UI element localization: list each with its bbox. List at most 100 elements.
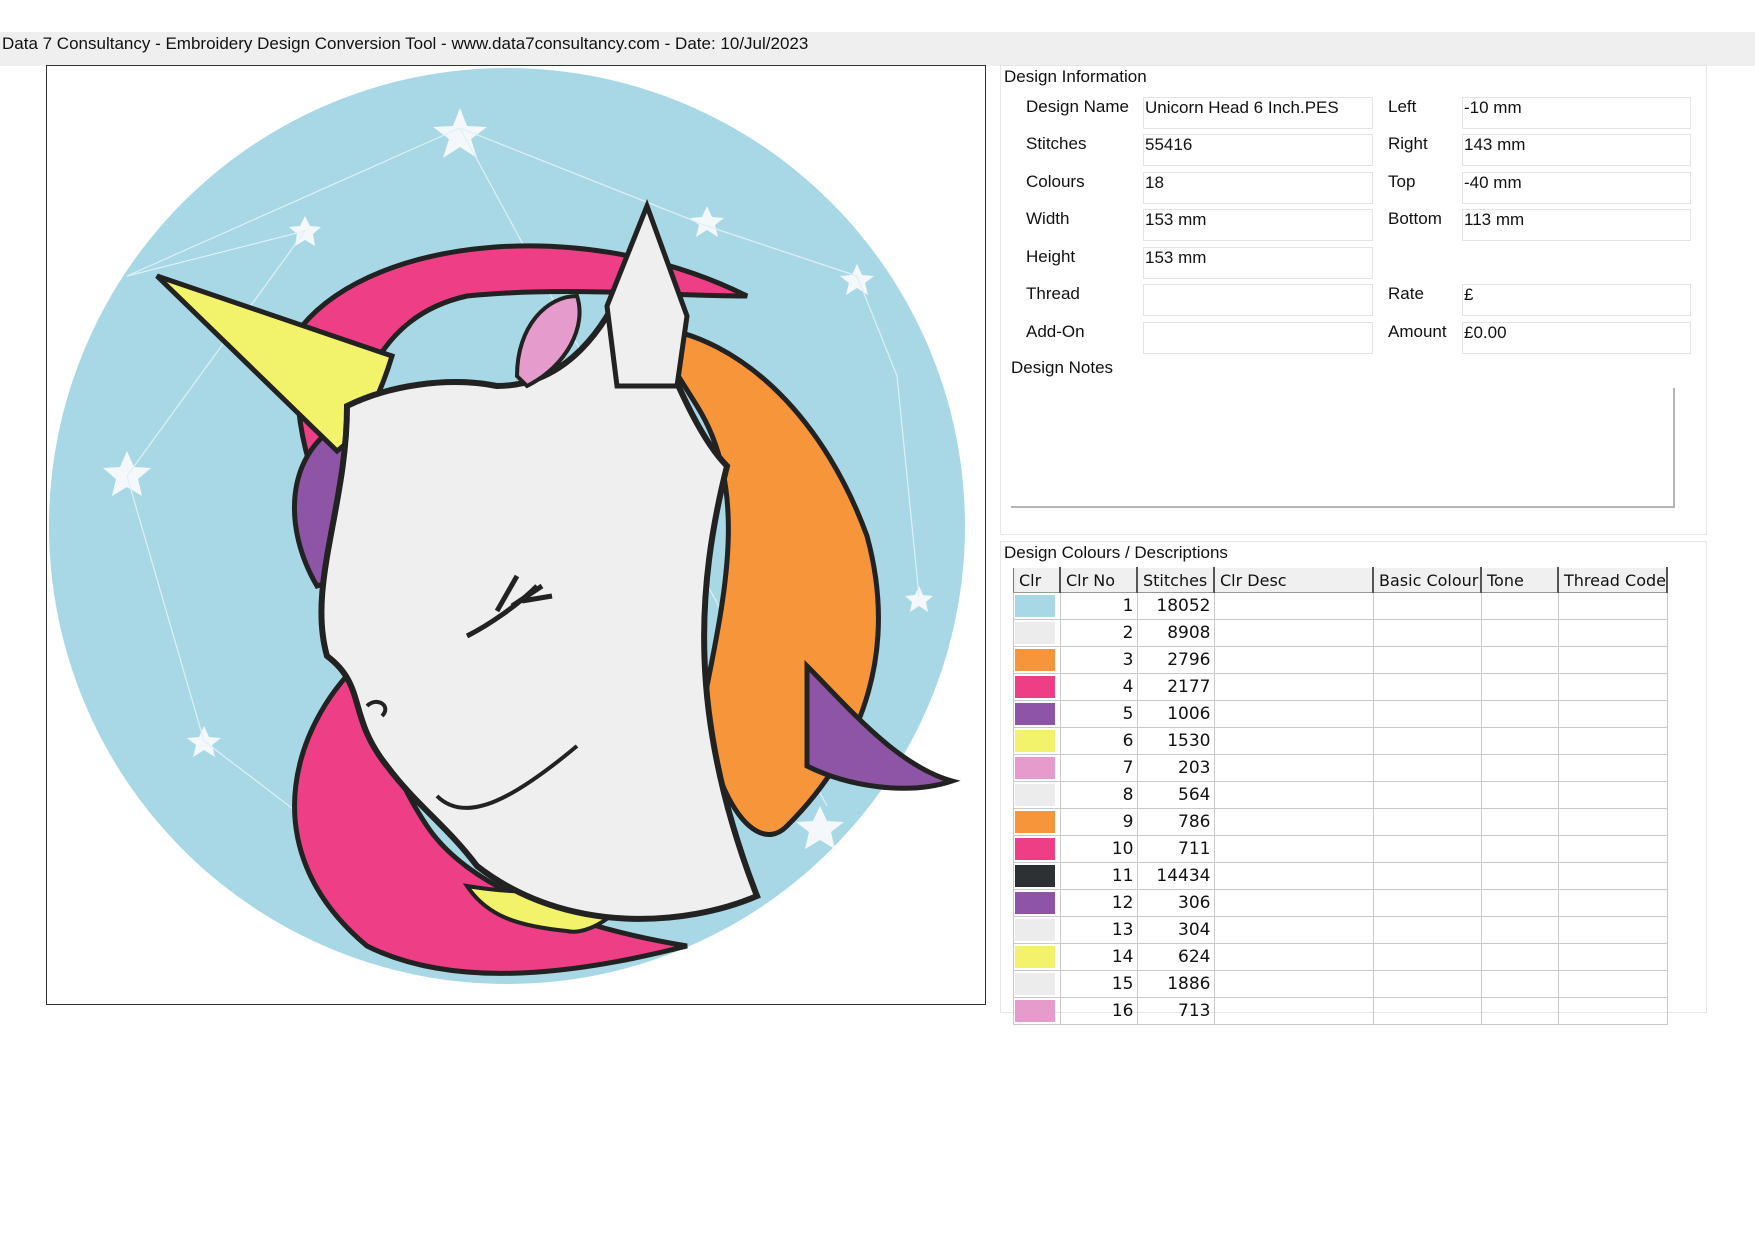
design-notes-textarea[interactable] [1011,388,1675,508]
stitches-field[interactable]: 55416 [1143,134,1373,166]
tone [1480,700,1559,728]
colour-number: 13 [1059,916,1138,944]
bottom-label: Bottom [1388,209,1442,228]
stitches-label: Stitches [1026,134,1087,153]
column-header-clr-desc[interactable]: Clr Desc [1213,567,1374,593]
colour-row[interactable]: 8 564 [1013,781,1668,809]
colour-row[interactable]: 15 1886 [1013,970,1668,998]
design-name-field[interactable]: Unicorn Head 6 Inch.PES [1143,97,1373,129]
column-header-thread-code[interactable]: Thread Code [1557,567,1668,593]
thread-code [1557,727,1668,755]
tone [1480,808,1559,836]
tone [1480,673,1559,701]
rate-field[interactable]: £ [1462,284,1691,316]
addon-field[interactable] [1143,322,1373,354]
height-label: Height [1026,247,1076,266]
colour-number: 8 [1059,781,1138,809]
colour-table-header: Clr Clr No Stitches Clr Desc Basic Colou… [1013,567,1668,593]
colour-row[interactable]: 9 786 [1013,808,1668,836]
basic-colour [1372,916,1482,944]
colour-swatch [1013,808,1061,836]
colour-swatch-fill [1015,622,1055,644]
colour-swatch [1013,727,1061,755]
top-label: Top [1388,172,1416,191]
right-field[interactable]: 143 mm [1462,134,1691,166]
height-field[interactable]: 153 mm [1143,247,1373,279]
colour-swatch [1013,673,1061,701]
tone [1480,592,1559,620]
thread-code [1557,619,1668,647]
design-colours-title: Design Colours / Descriptions [1004,543,1228,562]
amount-field[interactable]: £0.00 [1462,322,1691,354]
tone [1480,646,1559,674]
colour-swatch-fill [1015,919,1055,941]
colour-row[interactable]: 10 711 [1013,835,1668,863]
colour-row[interactable]: 13 304 [1013,916,1668,944]
thread-code [1557,754,1668,782]
left-label: Left [1388,97,1417,116]
colour-row[interactable]: 14 624 [1013,943,1668,971]
basic-colour [1372,700,1482,728]
tone [1480,835,1559,863]
colour-row[interactable]: 11 14434 [1013,862,1668,890]
colour-description [1213,943,1374,971]
bottom-field[interactable]: 113 mm [1462,209,1691,241]
column-header-tone[interactable]: Tone [1480,567,1559,593]
colour-number: 11 [1059,862,1138,890]
thread-code [1557,970,1668,998]
colour-row[interactable]: 3 2796 [1013,646,1668,674]
colour-swatch-fill [1015,892,1055,914]
column-header-basic-colour[interactable]: Basic Colour [1372,567,1482,593]
thread-code [1557,673,1668,701]
width-field[interactable]: 153 mm [1143,209,1373,241]
thread-label: Thread [1026,284,1080,303]
colours-field[interactable]: 18 [1143,172,1373,204]
thread-code [1557,592,1668,620]
colour-swatch-fill [1015,865,1055,887]
colour-number: 7 [1059,754,1138,782]
colour-swatch [1013,916,1061,944]
column-header-stitches[interactable]: Stitches [1136,567,1215,593]
colour-description [1213,997,1374,1025]
tone [1480,781,1559,809]
colour-swatch [1013,943,1061,971]
thread-code [1557,781,1668,809]
colour-row[interactable]: 12 306 [1013,889,1668,917]
tone [1480,970,1559,998]
column-header-clr-no[interactable]: Clr No [1059,567,1138,593]
colour-number: 6 [1059,727,1138,755]
colour-stitches: 711 [1136,835,1215,863]
amount-label: Amount [1388,322,1447,341]
colour-row[interactable]: 16 713 [1013,997,1668,1025]
colour-row[interactable]: 5 1006 [1013,700,1668,728]
colour-number: 15 [1059,970,1138,998]
design-information-panel: Design Information Design Name Unicorn H… [1000,65,1707,535]
colour-swatch [1013,700,1061,728]
colour-row[interactable]: 4 2177 [1013,673,1668,701]
thread-field[interactable] [1143,284,1373,316]
colour-number: 14 [1059,943,1138,971]
left-field[interactable]: -10 mm [1462,97,1691,129]
basic-colour [1372,646,1482,674]
colour-description [1213,727,1374,755]
colour-stitches: 564 [1136,781,1215,809]
design-colours-panel: Design Colours / Descriptions Clr Clr No… [1000,541,1707,1025]
colour-number: 2 [1059,619,1138,647]
colour-row[interactable]: 2 8908 [1013,619,1668,647]
thread-code [1557,646,1668,674]
thread-code [1557,835,1668,863]
column-header-clr[interactable]: Clr [1013,567,1061,593]
colour-row[interactable]: 6 1530 [1013,727,1668,755]
thread-code [1557,700,1668,728]
colour-row[interactable]: 7 203 [1013,754,1668,782]
colour-swatch [1013,781,1061,809]
top-field[interactable]: -40 mm [1462,172,1691,204]
tone [1480,727,1559,755]
tone [1480,997,1559,1025]
basic-colour [1372,808,1482,836]
colour-number: 4 [1059,673,1138,701]
colour-number: 9 [1059,808,1138,836]
colour-swatch-fill [1015,730,1055,752]
colour-table: Clr Clr No Stitches Clr Desc Basic Colou… [1013,567,1668,1025]
colour-row[interactable]: 1 18052 [1013,592,1668,620]
